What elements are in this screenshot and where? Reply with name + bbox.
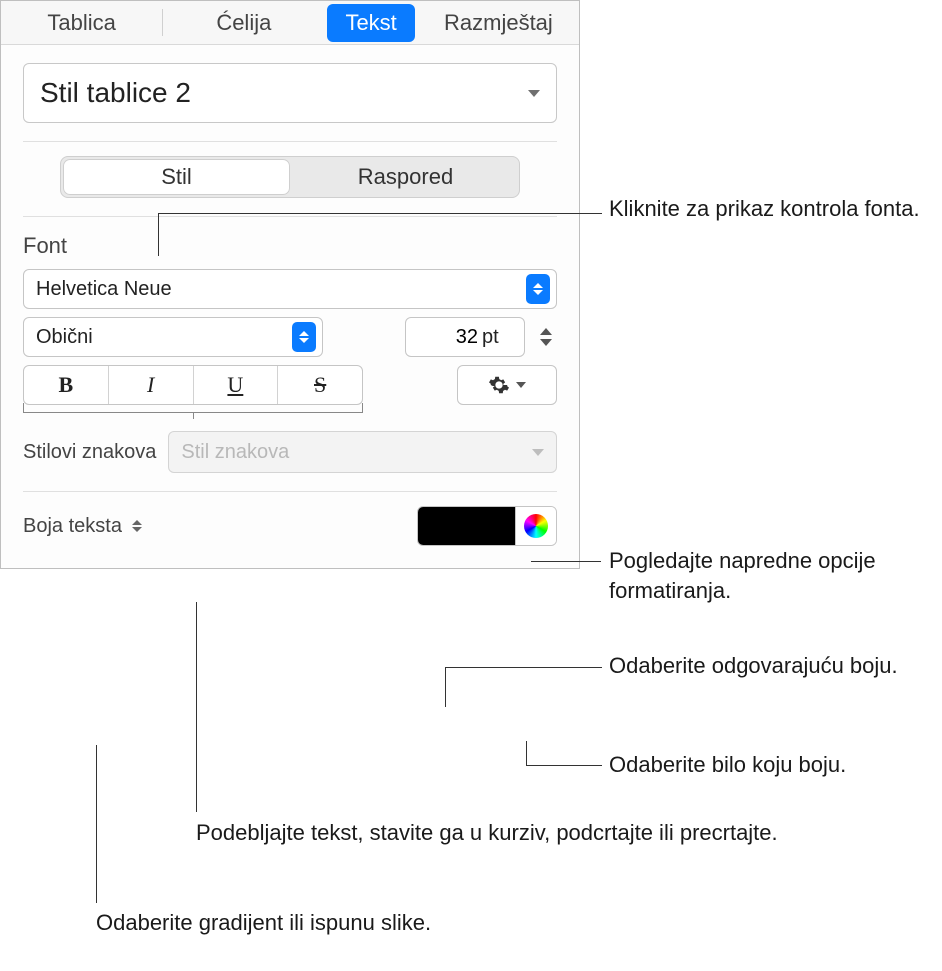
group-bracket [23,403,363,413]
leader-line [158,213,159,256]
callout-font-controls: Kliknite za prikaz kontrola fonta. [609,194,920,224]
updown-icon [526,274,550,304]
text-style-group: B I U S [23,365,363,405]
font-family-value: Helvetica Neue [36,278,526,301]
leader-line [96,745,97,903]
paragraph-style-value: Stil tablice 2 [40,77,191,109]
tab-text[interactable]: Tekst [327,4,414,42]
underline-button[interactable]: U [194,366,279,404]
style-layout-segment: Stil Raspored [60,156,520,198]
leader-line [445,667,602,668]
color-swatch-button[interactable] [418,507,516,545]
font-size-unit: pt [482,326,499,349]
font-size-input[interactable] [418,326,478,349]
character-style-placeholder: Stil znakova [181,441,289,464]
italic-button[interactable]: I [109,366,194,404]
gear-icon [488,374,510,396]
divider [23,216,557,217]
leader-line [196,602,197,812]
font-size-stepper[interactable] [535,317,557,357]
leader-line [526,741,527,765]
chevron-down-icon [528,90,540,97]
callout-any-color: Odaberite bilo koju boju. [609,750,846,780]
updown-icon [292,322,316,352]
stepper-down-icon[interactable] [540,339,552,346]
inspector-tabs: Tablica Ćelija Tekst Razmještaj [1,1,579,45]
bold-button[interactable]: B [24,366,109,404]
leader-line [526,765,602,766]
callout-advanced: Pogledajte napredne opcije formatiranja. [609,546,942,605]
font-size-field[interactable]: pt [405,317,525,357]
color-wheel-icon [524,514,548,538]
chevron-down-icon [532,449,544,456]
font-section-label: Font [23,233,557,259]
stepper-up-icon[interactable] [540,328,552,335]
segment-style[interactable]: Stil [63,159,290,195]
font-typeface-value: Obični [36,326,292,349]
tab-table[interactable]: Tablica [1,1,162,44]
font-typeface-popup[interactable]: Obični [23,317,323,357]
callout-bius: Podebljajte tekst, stavite ga u kurziv, … [196,818,778,848]
divider [23,491,557,492]
paragraph-style-popup[interactable]: Stil tablice 2 [23,63,557,123]
advanced-options-button[interactable] [457,365,557,405]
leader-line [158,213,602,214]
tab-arrange[interactable]: Razmještaj [418,1,579,44]
font-family-popup[interactable]: Helvetica Neue [23,269,557,309]
chevron-down-icon [516,382,526,388]
divider [23,141,557,142]
character-style-popup[interactable]: Stil znakova [168,431,557,473]
text-color-popup[interactable]: Boja teksta [23,515,142,538]
callout-gradient: Odaberite gradijent ili ispunu slike. [96,908,431,938]
character-styles-label: Stilovi znakova [23,441,156,464]
tab-cell[interactable]: Ćelija [163,1,324,44]
leader-line [445,667,446,707]
text-color-label: Boja teksta [23,515,122,538]
strikethrough-button[interactable]: S [278,366,362,404]
text-color-group [417,506,557,546]
callout-matching-color: Odaberite odgovarajuću boju. [609,651,898,681]
updown-icon [132,520,142,532]
leader-line [531,561,601,562]
color-wheel-button[interactable] [516,507,556,545]
segment-layout[interactable]: Raspored [292,157,519,197]
